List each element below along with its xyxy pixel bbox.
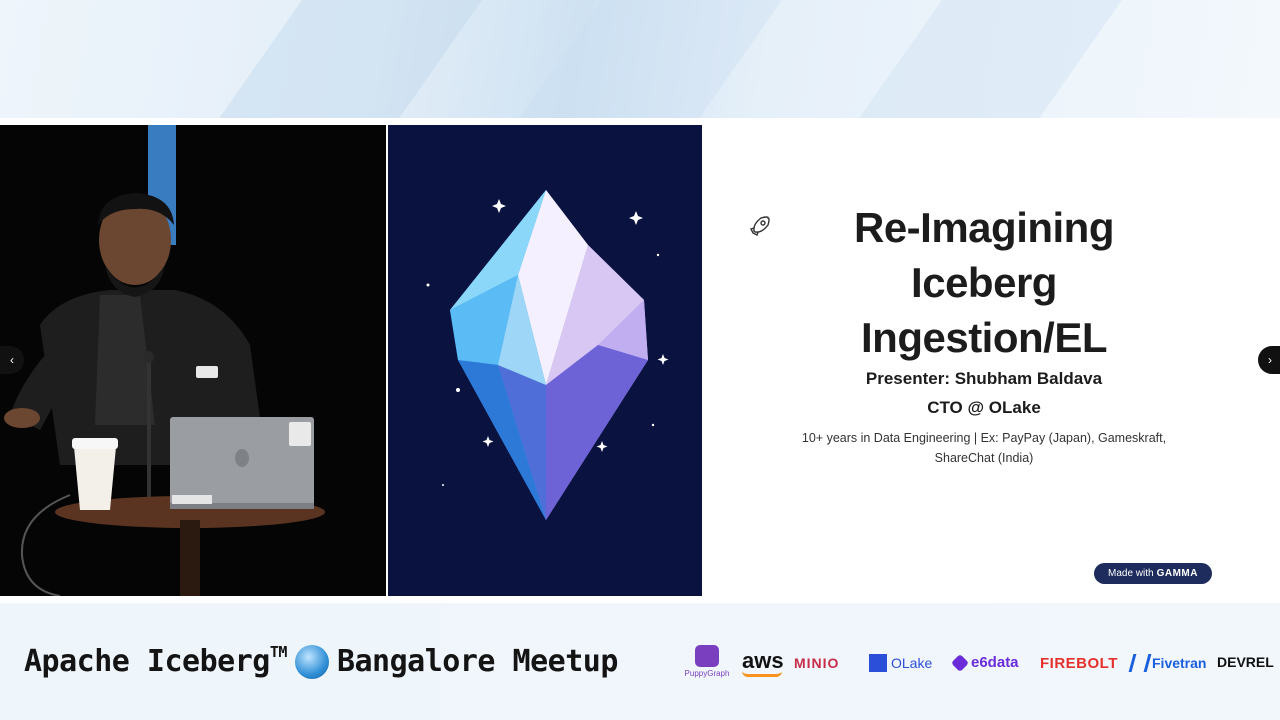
sponsor-logo-aws: aws <box>742 648 784 677</box>
chevron-right-icon: › <box>1268 353 1272 367</box>
puppygraph-icon <box>695 645 719 667</box>
made-with-gamma-badge[interactable]: Made with GAMMA <box>1094 563 1212 584</box>
speaker-illustration <box>4 193 325 596</box>
event-title-right: Bangalore Meetup <box>336 644 618 679</box>
event-title: Apache Iceberg TM Bangalore Meetup <box>24 642 618 680</box>
title-line: Ingestion/EL <box>861 314 1108 361</box>
trademark: TM <box>269 642 288 661</box>
sponsor-label: aws <box>742 648 784 673</box>
iceberg-graphic <box>426 190 669 520</box>
title-line: Iceberg <box>911 259 1057 306</box>
e6data-icon <box>950 653 970 672</box>
presenter-name: Presenter: Shubham Baldava <box>865 369 1103 388</box>
fivetran-icon <box>1128 654 1152 672</box>
sponsor-logo-minio: MINIO <box>794 655 840 671</box>
sponsor-label: Fivetran <box>1152 655 1207 671</box>
iceberg-illustration <box>388 125 702 596</box>
sponsor-label: e6data <box>971 654 1019 671</box>
slide-title: Re-Imagining Iceberg Ingestion/EL <box>790 200 1178 365</box>
sponsor-label: PuppyGraph <box>684 669 730 678</box>
sponsor-logo-olake: OLake <box>869 654 932 672</box>
sponsor-label: OLake <box>891 655 933 671</box>
speaker-video <box>0 125 386 596</box>
made-with-label: Made with <box>1108 568 1154 579</box>
presenter-bio: 10+ years in Data Engineering | Ex: PayP… <box>801 431 1167 465</box>
sponsor-logo-firebolt: FIREBOLT <box>1040 655 1118 672</box>
sponsor-logo-fivetran: Fivetran <box>1128 654 1207 672</box>
title-line: Re-Imagining <box>853 204 1115 251</box>
top-banner <box>0 0 1280 118</box>
sponsor-logo-devrel: DEVREL <box>1217 654 1274 670</box>
next-slide-button[interactable]: › <box>1258 346 1280 374</box>
sponsor-logo-e6data: e6data <box>950 653 1019 672</box>
banner-band <box>829 0 1151 118</box>
chevron-left-icon: ‹ <box>10 353 14 367</box>
event-title-left: Apache Iceberg <box>24 644 270 679</box>
iceberg-globe-icon <box>294 644 329 679</box>
olake-icon <box>869 654 887 672</box>
presenter-role: CTO @ OLake <box>927 398 1041 417</box>
sponsor-logo-puppygraph: PuppyGraph <box>684 645 730 678</box>
rocket-icon <box>750 216 770 236</box>
gamma-logo: GAMMA <box>1156 568 1198 579</box>
banner-band <box>189 0 511 118</box>
banner-band <box>489 0 811 118</box>
